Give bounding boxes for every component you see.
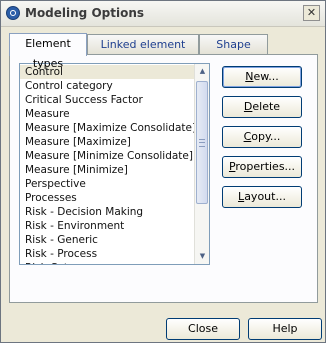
list-item[interactable]: Measure [Minimize] [20,163,194,177]
scroll-thumb[interactable] [196,81,208,204]
list-item[interactable]: Perspective [20,177,194,191]
help-button[interactable]: Help [248,318,322,340]
copy-button[interactable]: Copy... [222,126,302,148]
scroll-grip-icon [199,139,205,147]
list-item[interactable]: Risk - Generic [20,233,194,247]
tab-linked-element-types[interactable]: Linked element types [87,34,199,71]
title-bar[interactable]: Modeling Options ✕ [1,1,325,27]
tab-shape-types[interactable]: Shape types [199,34,268,71]
list-item[interactable]: Measure [20,107,194,121]
close-button[interactable]: Close [166,318,240,340]
list-scrollbar[interactable]: ▲ ▼ [194,64,209,264]
list-item[interactable]: Risk - Environment [20,219,194,233]
list-item[interactable]: Processes [20,191,194,205]
tab-element-types[interactable]: Element types [9,33,87,70]
list-item[interactable]: Risk - Decision Making [20,205,194,219]
list-item[interactable]: Critical Success Factor [20,93,194,107]
list-item[interactable]: Risk Category [20,261,194,264]
app-logo-icon [6,6,20,20]
delete-button[interactable]: Delete [222,96,302,118]
scroll-up-arrow-icon[interactable]: ▲ [195,64,209,79]
list-item[interactable]: Control category [20,79,194,93]
layout-button[interactable]: Layout... [222,186,302,208]
element-types-list[interactable]: ControlControl categoryCritical Success … [19,63,210,265]
list-item[interactable]: Measure [Maximize] [20,135,194,149]
list-item[interactable]: Measure [Maximize Consolidate] [20,121,194,135]
element-types-list-viewport: ControlControl categoryCritical Success … [20,64,194,264]
modeling-options-dialog: Modeling Options ✕ Element types Linked … [0,0,326,343]
close-window-button[interactable]: ✕ [303,5,320,21]
window-title: Modeling Options [25,6,145,20]
scroll-down-arrow-icon[interactable]: ▼ [195,249,209,264]
list-item[interactable]: Risk - Process [20,247,194,261]
properties-button[interactable]: Properties... [222,156,302,178]
list-item[interactable]: Measure [Minimize Consolidate] [20,149,194,163]
new-button[interactable]: New... [222,66,302,88]
